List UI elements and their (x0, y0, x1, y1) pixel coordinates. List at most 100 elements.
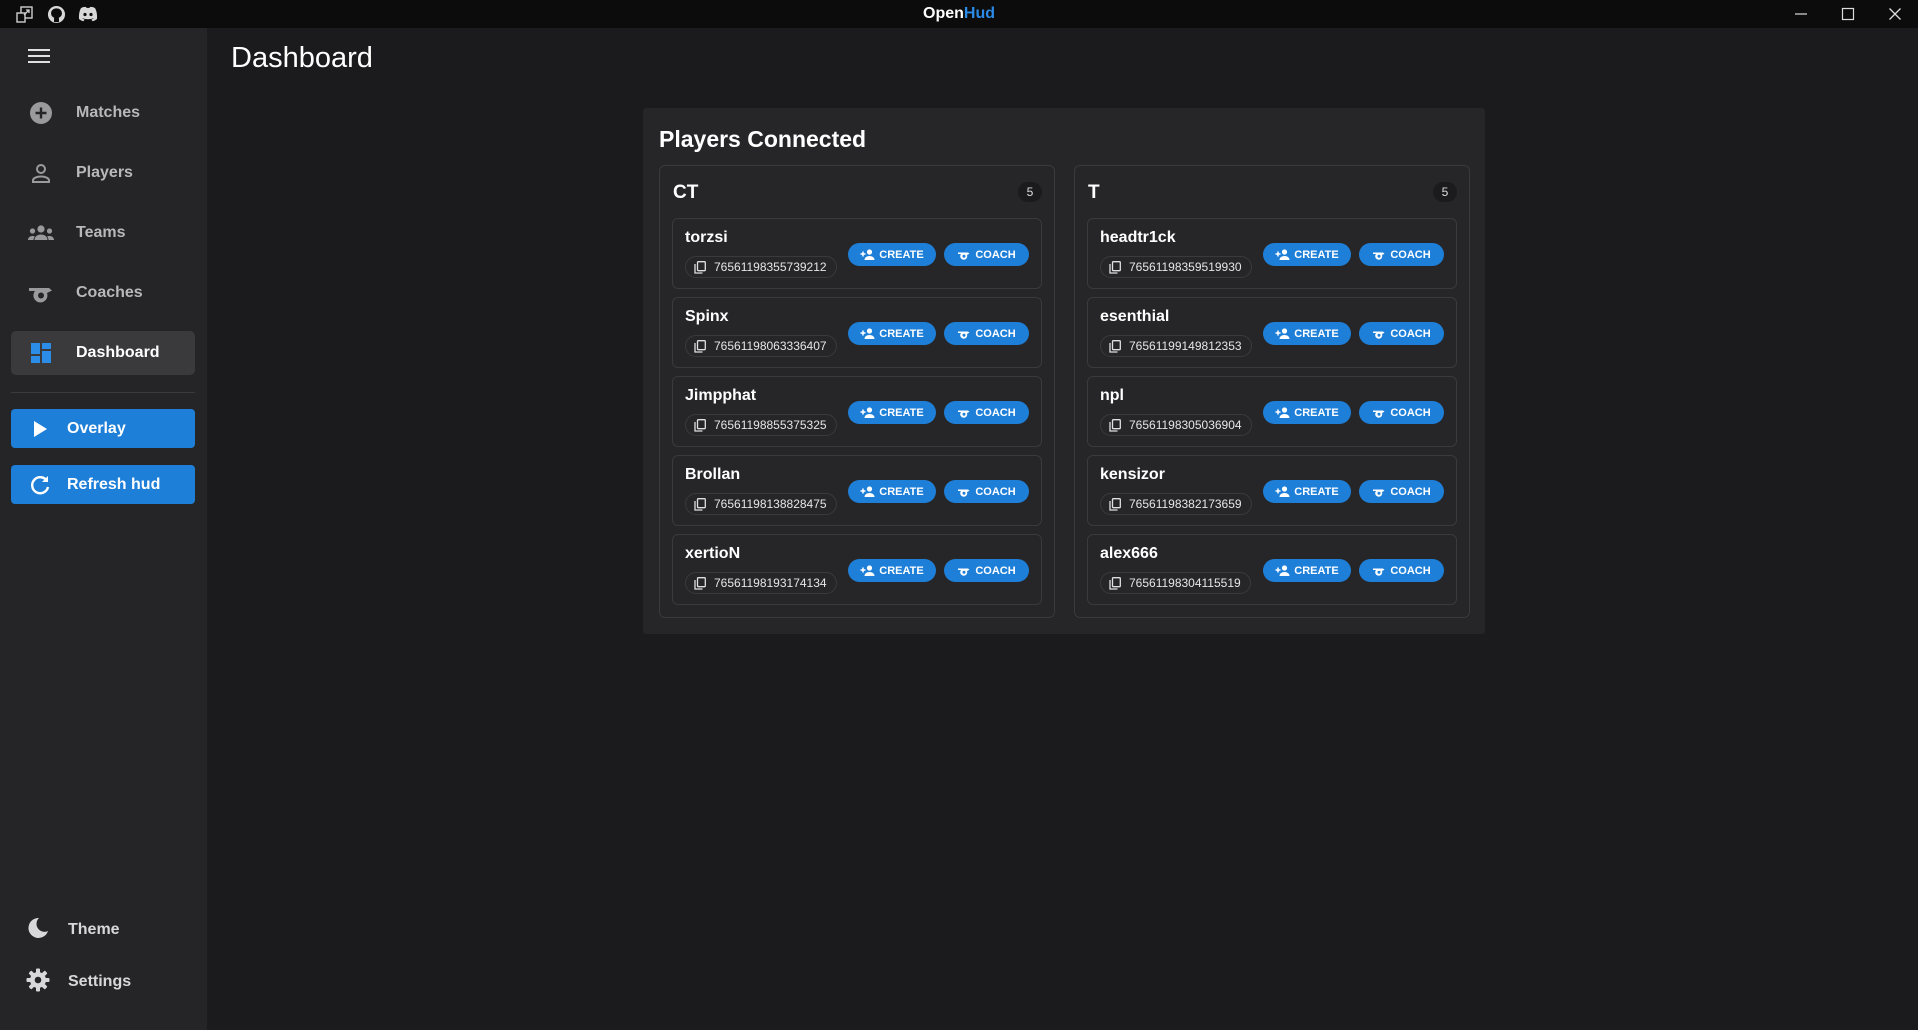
copy-icon (1109, 339, 1123, 353)
minimize-icon[interactable] (1777, 0, 1824, 28)
steamid-text: 76561199149812353 (1129, 339, 1242, 353)
player-name: Jimpphat (685, 387, 757, 404)
player-card: Jimpphat 76561198855375325 CREATE COACH (672, 376, 1042, 447)
whistle-icon (957, 250, 971, 260)
steamid-chip[interactable]: 76561198355739212 (685, 256, 837, 278)
coach-label: COACH (975, 564, 1016, 577)
sidebar-item-label: Dashboard (76, 344, 160, 361)
player-name: Spinx (685, 308, 729, 325)
coach-label: COACH (1390, 564, 1431, 577)
player-name: npl (1100, 387, 1124, 404)
sidebar-item-teams[interactable]: Teams (11, 211, 195, 255)
moon-icon (26, 916, 50, 945)
whistle-icon (1372, 487, 1386, 497)
theme-toggle[interactable]: Theme (26, 916, 120, 944)
create-player-button[interactable]: CREATE (1263, 322, 1351, 345)
copy-icon (694, 497, 708, 511)
whistle-icon (1372, 250, 1386, 260)
create-player-button[interactable]: CREATE (848, 243, 936, 266)
steamid-chip[interactable]: 76561198305036904 (1100, 414, 1252, 436)
coach-label: COACH (1390, 406, 1431, 419)
coach-label: COACH (975, 406, 1016, 419)
dashboard-icon (26, 342, 56, 364)
steamid-text: 76561198355739212 (714, 260, 827, 274)
steamid-chip[interactable]: 76561198382173659 (1100, 493, 1252, 515)
copy-icon (694, 576, 708, 590)
copy-icon (1109, 418, 1123, 432)
create-player-button[interactable]: CREATE (1263, 243, 1351, 266)
player-name: headtr1ck (1100, 229, 1176, 246)
steamid-chip[interactable]: 76561198359519930 (1100, 256, 1252, 278)
coach-button[interactable]: COACH (1359, 401, 1444, 424)
maximize-icon[interactable] (1824, 0, 1871, 28)
create-player-button[interactable]: CREATE (848, 559, 936, 582)
whistle-icon (957, 566, 971, 576)
create-player-button[interactable]: CREATE (1263, 559, 1351, 582)
refresh-icon (29, 474, 51, 496)
create-player-button[interactable]: CREATE (1263, 401, 1351, 424)
steamid-chip[interactable]: 76561198193174134 (685, 572, 837, 594)
overlay-button[interactable]: Overlay (11, 409, 195, 448)
sidebar: Matches Players Teams Coaches Dashboard … (0, 28, 207, 1030)
create-label: CREATE (879, 485, 924, 498)
create-label: CREATE (879, 248, 924, 261)
coach-label: COACH (1390, 327, 1431, 340)
sidebar-item-coaches[interactable]: Coaches (11, 271, 195, 315)
coach-button[interactable]: COACH (1359, 559, 1444, 582)
menu-icon[interactable] (26, 46, 52, 66)
sidebar-item-matches[interactable]: Matches (11, 91, 195, 135)
coach-button[interactable]: COACH (944, 559, 1029, 582)
create-label: CREATE (1294, 485, 1339, 498)
create-label: CREATE (1294, 248, 1339, 261)
sidebar-item-players[interactable]: Players (11, 151, 195, 195)
sidebar-item-label: Matches (76, 104, 141, 121)
steamid-text: 76561198359519930 (1129, 260, 1242, 274)
create-player-button[interactable]: CREATE (848, 480, 936, 503)
copy-icon (694, 339, 708, 353)
player-count-badge: 5 (1018, 182, 1042, 202)
coach-button[interactable]: COACH (1359, 322, 1444, 345)
create-player-button[interactable]: CREATE (1263, 480, 1351, 503)
sidebar-item-label: Players (76, 164, 133, 181)
settings-button[interactable]: Settings (26, 968, 131, 996)
team-t: T 5 headtr1ck 76561198359519930 CREATE C… (1074, 165, 1470, 618)
coach-button[interactable]: COACH (944, 322, 1029, 345)
add-person-icon (860, 486, 875, 497)
create-player-button[interactable]: CREATE (848, 401, 936, 424)
steamid-chip[interactable]: 76561198855375325 (685, 414, 837, 436)
sidebar-item-label: Teams (76, 224, 126, 241)
window-controls (1777, 0, 1918, 28)
create-player-button[interactable]: CREATE (848, 322, 936, 345)
coach-button[interactable]: COACH (1359, 480, 1444, 503)
player-card: headtr1ck 76561198359519930 CREATE COACH (1087, 218, 1457, 289)
add-person-icon (860, 328, 875, 339)
close-icon[interactable] (1871, 0, 1918, 28)
refresh-hud-button[interactable]: Refresh hud (11, 465, 195, 504)
steamid-text: 76561198304115519 (1129, 576, 1241, 590)
steamid-text: 76561198063336407 (714, 339, 827, 353)
steamid-chip[interactable]: 76561198138828475 (685, 493, 837, 515)
settings-label: Settings (68, 973, 132, 990)
player-card: Brollan 76561198138828475 CREATE COACH (672, 455, 1042, 526)
steamid-chip[interactable]: 76561198063336407 (685, 335, 837, 357)
coach-button[interactable]: COACH (944, 480, 1029, 503)
steamid-chip[interactable]: 76561198304115519 (1100, 572, 1251, 594)
coach-button[interactable]: COACH (944, 401, 1029, 424)
team-ct: CT 5 torzsi 76561198355739212 CREATE COA… (659, 165, 1055, 618)
player-card: alex666 76561198304115519 CREATE COACH (1087, 534, 1457, 605)
coach-button[interactable]: COACH (944, 243, 1029, 266)
create-label: CREATE (1294, 564, 1339, 577)
sidebar-item-dashboard[interactable]: Dashboard (11, 331, 195, 375)
steamid-chip[interactable]: 76561199149812353 (1100, 335, 1252, 357)
player-card: esenthial 76561199149812353 CREATE COACH (1087, 297, 1457, 368)
player-card: xertioN 76561198193174134 CREATE COACH (672, 534, 1042, 605)
steamid-text: 76561198305036904 (1129, 418, 1242, 432)
app-title: OpenHud (923, 5, 995, 22)
player-name: esenthial (1100, 308, 1170, 325)
add-person-icon (860, 407, 875, 418)
copy-icon (1109, 497, 1123, 511)
copy-icon (694, 418, 708, 432)
refresh-hud-label: Refresh hud (67, 475, 161, 493)
coach-button[interactable]: COACH (1359, 243, 1444, 266)
copy-icon (1109, 260, 1123, 274)
